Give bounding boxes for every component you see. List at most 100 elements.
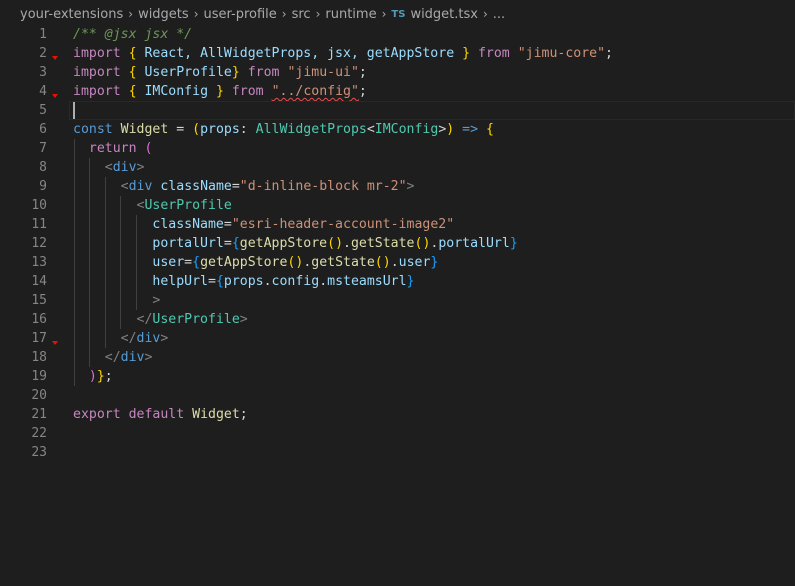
code-token: <: [366, 122, 375, 137]
code-line[interactable]: 18 </div>: [0, 348, 795, 367]
error-squiggle: "../config": [271, 84, 359, 99]
code-token: default: [128, 407, 185, 422]
code-token: =: [223, 236, 232, 251]
code-token: {: [128, 46, 137, 61]
code-line[interactable]: 23: [0, 443, 795, 462]
breadcrumb-item-src[interactable]: src: [292, 7, 311, 22]
code-text: /** @jsx jsx */: [73, 25, 192, 44]
code-token: from: [477, 46, 510, 61]
code-token: Widget: [120, 122, 169, 137]
breadcrumb-item-runtime[interactable]: runtime: [325, 7, 376, 22]
code-line[interactable]: 19 )};: [0, 367, 795, 386]
code-text: )};: [73, 367, 113, 386]
code-text: import { IMConfig } from "../config";: [73, 82, 367, 101]
code-token: }: [231, 65, 240, 80]
code-line[interactable]: 4 import { IMConfig } from "../config";: [0, 82, 795, 101]
code-token: <: [104, 160, 113, 175]
code-line[interactable]: 5: [0, 101, 795, 120]
code-token: .: [343, 236, 351, 251]
code-line[interactable]: 11 className="esri-header-account-image2…: [0, 215, 795, 234]
code-token: =: [231, 179, 240, 194]
code-line[interactable]: 12 portalUrl={getAppStore().getState().p…: [0, 234, 795, 253]
line-number: 7: [39, 141, 47, 156]
line-number: 13: [31, 255, 47, 270]
breadcrumb-item-your-extensions[interactable]: your-extensions: [20, 7, 123, 22]
code-token: =: [223, 217, 232, 232]
line-number: 11: [31, 217, 47, 232]
code-line[interactable]: 6 const Widget = (props: AllWidgetProps<I…: [0, 120, 795, 139]
chevron-right-icon: ›: [381, 7, 387, 21]
code-token: config: [271, 274, 320, 289]
code-text: portalUrl={getAppStore().getState().port…: [73, 234, 517, 253]
code-token: =: [184, 255, 193, 270]
breadcrumb-item-user-profile[interactable]: user-profile: [204, 7, 277, 22]
code-text: className="esri-header-account-image2": [73, 215, 454, 234]
code-line[interactable]: 13 user={getAppStore().getState().user}: [0, 253, 795, 272]
code-line[interactable]: 2 import { React, AllWidgetProps, jsx, ge…: [0, 44, 795, 63]
code-token: UserProfile: [152, 312, 240, 327]
line-number: 17: [31, 331, 47, 346]
code-line[interactable]: 9 <div className="d-inline-block mr-2">: [0, 177, 795, 196]
code-token: ;: [358, 84, 367, 99]
breadcrumb-ellipsis[interactable]: ...: [493, 7, 505, 22]
code-text: </div>: [73, 348, 153, 367]
code-token: div: [136, 331, 161, 346]
code-line[interactable]: 15 >: [0, 291, 795, 310]
code-token: >: [144, 350, 153, 365]
code-line[interactable]: 21 export default Widget;: [0, 405, 795, 424]
code-text: user={getAppStore().getState().user}: [73, 253, 438, 272]
code-token: import: [73, 46, 121, 61]
code-token: props: [200, 122, 240, 137]
code-editor-window: your-extensions › widgets › user-profile…: [0, 0, 795, 586]
breadcrumb-item-widgets[interactable]: widgets: [138, 7, 189, 22]
code-line[interactable]: 3 import { UserProfile} from "jimu-ui";: [0, 63, 795, 82]
code-token: React, AllWidgetProps, jsx, getAppStore: [136, 46, 463, 61]
code-token: ;: [104, 369, 113, 384]
code-line[interactable]: 20: [0, 386, 795, 405]
code-line[interactable]: 16 </UserProfile>: [0, 310, 795, 329]
code-text: export default Widget;: [73, 405, 248, 424]
code-token: >: [152, 293, 161, 308]
code-token: .: [263, 274, 272, 289]
line-number: 15: [31, 293, 47, 308]
code-text: </UserProfile>: [73, 310, 248, 329]
code-token: div: [120, 350, 145, 365]
code-line[interactable]: 7 return (: [0, 139, 795, 158]
code-token: UserProfile: [136, 65, 232, 80]
code-token: (): [374, 255, 391, 270]
code-line[interactable]: 1 /** @jsx jsx */: [0, 25, 795, 44]
code-line[interactable]: 14 helpUrl={props.config.msteamsUrl}: [0, 272, 795, 291]
code-token: {: [486, 122, 494, 137]
code-line[interactable]: 8 <div>: [0, 158, 795, 177]
code-line[interactable]: 22: [0, 424, 795, 443]
code-token: import: [73, 84, 121, 99]
code-line[interactable]: 10 <UserProfile: [0, 196, 795, 215]
breadcrumb-item-file[interactable]: widget.tsx: [410, 7, 478, 22]
text-cursor: [73, 102, 75, 119]
code-token: props: [223, 274, 264, 289]
code-token: className: [160, 179, 232, 194]
line-number: 6: [39, 122, 47, 137]
code-token: (): [414, 236, 431, 251]
code-token: getAppStore: [239, 236, 328, 251]
code-token: UserProfile: [144, 198, 232, 213]
code-line[interactable]: 17 </div>: [0, 329, 795, 348]
code-editor[interactable]: 1 /** @jsx jsx */ 2 import { React, AllWidg…: [0, 25, 795, 586]
current-line-highlight: [69, 101, 795, 120]
code-token: from: [247, 65, 280, 80]
line-number: 2: [39, 46, 47, 61]
